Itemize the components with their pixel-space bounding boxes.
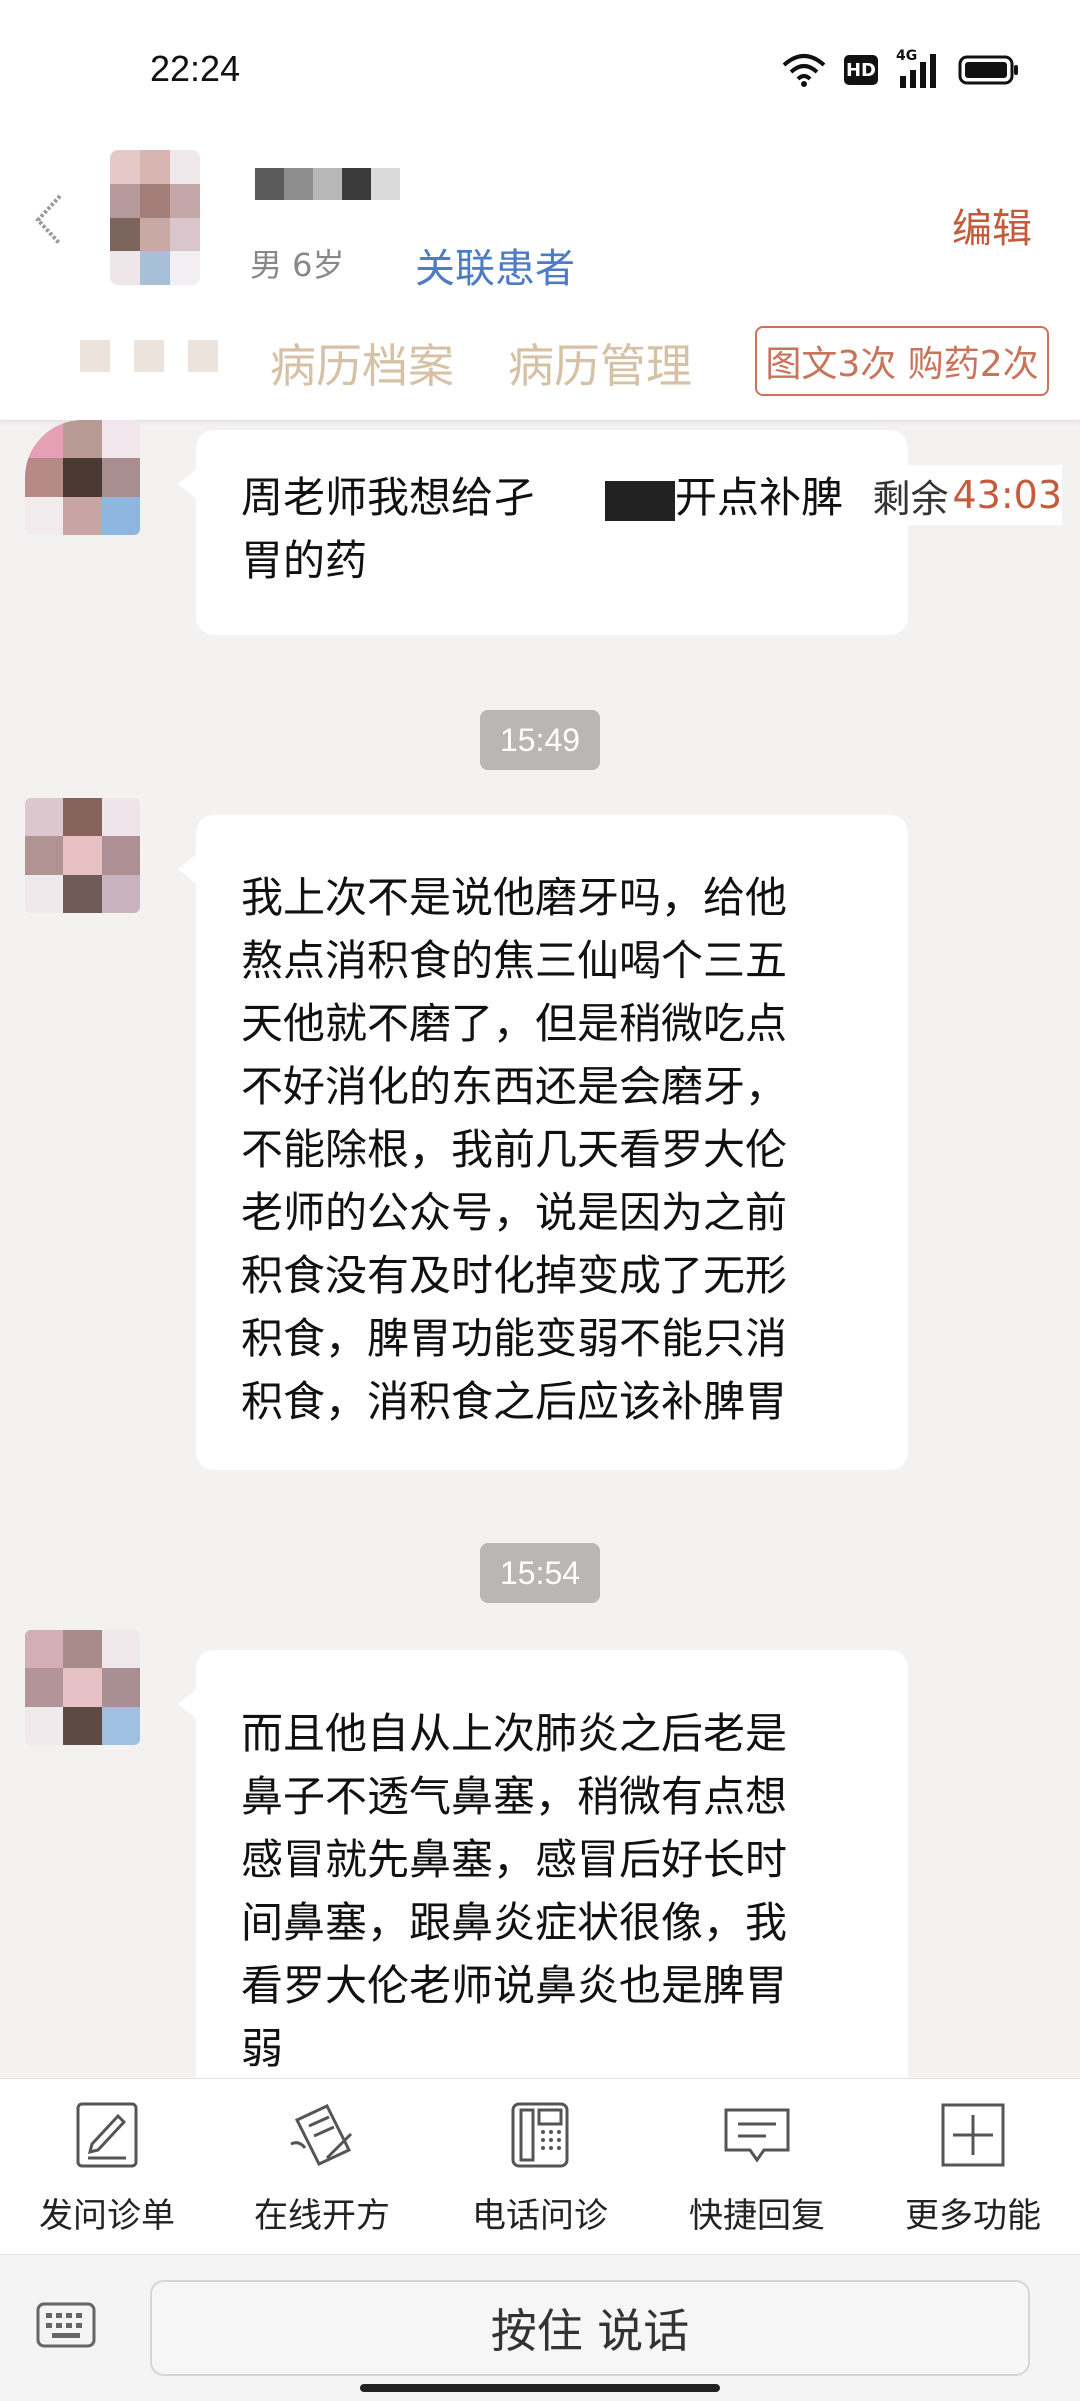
remaining-label: 剩余 <box>872 476 949 521</box>
wifi-icon <box>782 53 826 87</box>
message-bubble: 我上次不是说他磨牙吗，给他 熬点消积食的焦三仙喝个三五 天他就不磨了，但是稍微吃… <box>178 815 908 1470</box>
message-text-part: 周老师我想给孑 <box>241 473 536 522</box>
service-count-badge: 图文3次 购药2次 <box>755 326 1049 396</box>
message-line: 天他就不磨了，但是稍微吃点 <box>241 999 788 1048</box>
message-line: 而且他自从上次肺炎之后老是 <box>241 1709 788 1758</box>
message-bubble: 周老师我想给孑 开点补脾 胃的药 <box>178 430 908 635</box>
hold-to-talk-button[interactable]: 按住 说话 <box>150 2280 1030 2376</box>
message-line: 看罗大伦老师说鼻炎也是脾胃 <box>241 1961 788 2010</box>
message-line: 不能除根，我前几天看罗大伦 <box>241 1125 788 1174</box>
tool-label: 更多功能 <box>905 2196 1041 2236</box>
tool-label: 发问诊单 <box>39 2196 175 2236</box>
clock: 22:24 <box>150 48 241 89</box>
patient-gender-age: 男 6岁 <box>250 246 345 284</box>
avatar[interactable] <box>25 798 140 913</box>
edit-button[interactable]: 编辑 <box>952 196 1032 254</box>
back-icon[interactable] <box>30 190 70 250</box>
patient-avatar[interactable] <box>110 150 200 285</box>
phone-consult-button[interactable]: 电话问诊 <box>440 2100 640 2237</box>
prescription-icon <box>290 2104 353 2166</box>
signal-icon: 4G <box>896 48 940 88</box>
message-line: 老师的公众号，说是因为之前 <box>241 1188 788 1237</box>
timestamp: 15:54 <box>480 1543 600 1603</box>
message-line: 不好消化的东西还是会磨牙， <box>241 1062 788 1111</box>
message-line: 熬点消积食的焦三仙喝个三五 <box>241 936 788 985</box>
redaction-blur <box>535 480 606 521</box>
message-line: 间鼻塞，跟鼻炎症状很像，我 <box>241 1898 788 1947</box>
questionnaire-icon <box>76 2102 138 2168</box>
avatar[interactable] <box>25 420 140 535</box>
status-bar: 22:24 HD 4G <box>0 0 1080 130</box>
message-line: 弱 <box>241 2024 284 2073</box>
message-line: 积食，消积食之后应该补脾胃 <box>241 1377 788 1426</box>
home-indicator[interactable] <box>360 2384 720 2392</box>
tab-medical-records[interactable]: 病历档案 <box>270 330 454 396</box>
keyboard-icon[interactable] <box>36 2302 96 2348</box>
message-line: 鼻子不透气鼻塞，稍微有点想 <box>241 1772 788 1821</box>
quick-reply-icon <box>724 2108 790 2163</box>
message-line: 积食，脾胃功能变弱不能只消 <box>241 1314 788 1363</box>
quick-reply-button[interactable]: 快捷回复 <box>657 2100 857 2237</box>
message-bubble: 而且他自从上次肺炎之后老是 鼻子不透气鼻塞，稍微有点想 感冒就先鼻塞，感冒后好长… <box>178 1650 908 2110</box>
link-patient-button[interactable]: 关联患者 <box>415 236 575 294</box>
timestamp: 15:49 <box>480 710 600 770</box>
remaining-value: 43:03 <box>952 473 1062 517</box>
plus-icon <box>941 2103 1005 2167</box>
more-functions-button[interactable]: 更多功能 <box>873 2100 1073 2237</box>
phone-icon <box>511 2102 569 2168</box>
redaction-block <box>605 480 676 521</box>
status-icons: HD 4G <box>782 48 1020 88</box>
message-line: 我上次不是说他磨牙吗，给他 <box>241 873 788 922</box>
questionnaire-button[interactable]: 发问诊单 <box>7 2100 207 2237</box>
battery-icon <box>958 54 1020 86</box>
tab-redacted <box>80 340 230 380</box>
message-line: 感冒就先鼻塞，感冒后好长时 <box>241 1835 788 1884</box>
hd-icon: HD <box>844 55 878 85</box>
message-line: 胃的药 <box>241 536 368 585</box>
tool-label: 电话问诊 <box>472 2196 608 2236</box>
online-prescription-button[interactable]: 在线开方 <box>222 2100 422 2237</box>
avatar[interactable] <box>25 1630 140 1745</box>
tool-label: 在线开方 <box>254 2196 390 2236</box>
message-line: 周老师我想给孑 开点补脾 <box>241 466 863 529</box>
tool-label: 快捷回复 <box>689 2196 825 2236</box>
network-type-label: 4G <box>896 48 918 64</box>
remaining-time: 剩余 43:03 <box>862 465 1062 525</box>
message-text-part: 开点补脾 <box>675 473 844 522</box>
patient-name-redacted <box>255 168 400 200</box>
message-line: 积食没有及时化掉变成了无形 <box>241 1251 788 1300</box>
tab-record-management[interactable]: 病历管理 <box>508 330 692 396</box>
